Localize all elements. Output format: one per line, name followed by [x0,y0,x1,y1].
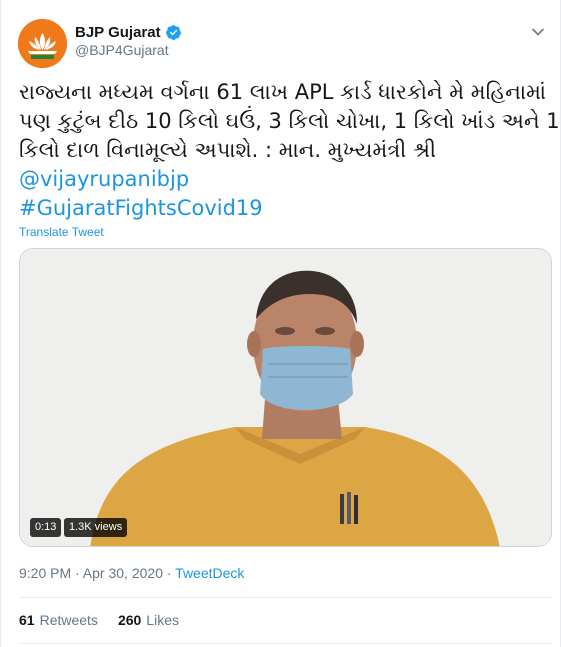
avatar[interactable] [18,19,67,68]
author-handle[interactable]: @BJP4Gujarat [75,42,169,58]
author-name[interactable]: BJP Gujarat [75,24,161,41]
tweet-stats: 61 Retweets 260 Likes [19,612,199,628]
video-views-badge: 1.3K views [64,518,128,537]
divider [19,643,552,644]
video-duration-badge: 0:13 [30,518,62,537]
likes-label: Likes [146,612,179,628]
mention-link[interactable]: @vijayrupanibjp [19,165,549,194]
chevron-down-icon[interactable] [530,24,546,40]
hashtag-link[interactable]: #GujaratFightsCovid19 [19,194,549,223]
tweet-text-line: પણ કુટુંબ દીઠ 10 કિલો ઘઉં, 3 કિલો ચોખા, … [19,109,560,133]
divider [19,597,552,598]
tweet-text: રાજ્યના મધ્યમ વર્ગના 61 લાખ APL કાર્ડ ધા… [19,78,560,223]
tweet-text-line: રાજ્યના મધ્યમ વર્ગના 61 લાખ APL કાર્ડ ધા… [19,80,547,104]
retweets-label: Retweets [39,612,98,628]
tweet-card: BJP Gujarat @BJP4Gujarat રાજ્યના મધ્યમ વ… [0,0,561,647]
likes-stat[interactable]: 260 Likes [118,612,179,628]
likes-count: 260 [117,612,142,628]
tweet-text-line: કિલો દાળ વિનામૂલ્યે અપાશે. : માન. મુખ્યમ… [19,138,437,162]
verified-badge-icon [165,25,181,40]
bjp-lotus-logo-icon [18,19,67,68]
tweet-meta: 9:20 PM · Apr 30, 2020 · TweetDeck [19,565,244,581]
tweet-source-link[interactable]: TweetDeck [175,565,244,581]
retweets-count: 61 [19,612,35,628]
tweet-timestamp[interactable]: 9:20 PM · Apr 30, 2020 · [19,565,175,581]
author-name-row[interactable]: BJP Gujarat [75,24,182,41]
video-player[interactable]: 0:13 1.3K views [19,248,552,547]
video-thumbnail [20,249,551,546]
retweets-stat[interactable]: 61 Retweets [19,612,98,628]
translate-tweet-link[interactable]: Translate Tweet [19,225,104,239]
